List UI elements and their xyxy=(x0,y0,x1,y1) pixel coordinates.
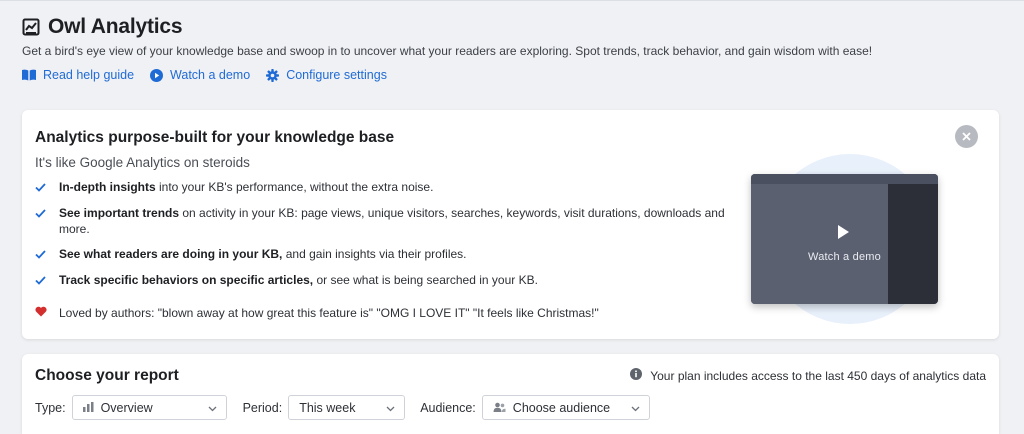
check-icon xyxy=(35,272,59,289)
testimonial-text: Loved by authors: "blown away at how gre… xyxy=(59,306,599,320)
type-select-value: Overview xyxy=(100,400,153,415)
read-help-guide-label: Read help guide xyxy=(43,68,135,82)
chevron-down-icon xyxy=(208,401,217,415)
period-select[interactable]: This week xyxy=(288,395,406,420)
promo-card: Analytics purpose-built for your knowled… xyxy=(22,110,999,339)
plan-note-text: Your plan includes access to the last 45… xyxy=(650,368,986,383)
period-select-value: This week xyxy=(299,400,356,415)
bar-chart-icon xyxy=(82,401,94,415)
close-button[interactable] xyxy=(955,125,978,148)
analytics-chart-icon xyxy=(22,18,40,36)
configure-settings-label: Configure settings xyxy=(286,68,387,82)
type-label: Type: xyxy=(35,400,66,415)
bullet-item: In-depth insights into your KB's perform… xyxy=(35,179,729,196)
configure-settings-link[interactable]: Configure settings xyxy=(266,68,387,82)
check-icon xyxy=(35,179,59,196)
audience-select-value: Choose audience xyxy=(512,400,611,415)
audience-select[interactable]: Choose audience xyxy=(481,395,650,420)
bullet-bold: See what readers are doing in your KB, xyxy=(59,247,283,261)
demo-video-area: Watch a demo xyxy=(747,154,947,324)
report-filters: Type: Overview Period: This week Audienc… xyxy=(35,395,650,420)
read-help-guide-link[interactable]: Read help guide xyxy=(22,68,134,82)
book-icon xyxy=(22,69,36,81)
check-icon xyxy=(35,246,59,263)
plan-note: Your plan includes access to the last 45… xyxy=(630,368,986,383)
chevron-down-icon xyxy=(631,401,640,415)
top-border xyxy=(0,0,1024,1)
promo-heading: Analytics purpose-built for your knowled… xyxy=(35,129,395,146)
page-subtitle: Get a bird's eye view of your knowledge … xyxy=(22,44,873,58)
page-header: Owl Analytics xyxy=(22,14,183,40)
bullet-bold: Track specific behaviors on specific art… xyxy=(59,273,314,287)
play-circle-icon xyxy=(150,68,164,82)
watch-demo-link[interactable]: Watch a demo xyxy=(150,68,250,82)
video-label: Watch a demo xyxy=(808,251,881,263)
audience-label: Audience: xyxy=(420,400,476,415)
bullet-text: or see what is being searched in your KB… xyxy=(313,273,538,287)
watch-demo-label: Watch a demo xyxy=(170,68,251,82)
gear-icon xyxy=(266,68,280,82)
chevron-down-icon xyxy=(386,401,395,415)
bullet-text: into your KB's performance, without the … xyxy=(155,180,434,194)
bullet-bold: In-depth insights xyxy=(59,180,156,194)
bullet-bold: See important trends xyxy=(59,206,180,220)
check-icon xyxy=(35,205,59,237)
users-icon xyxy=(493,401,506,415)
play-icon xyxy=(836,224,850,245)
promo-tagline: It's like Google Analytics on steroids xyxy=(35,155,250,170)
testimonial-line: Loved by authors: "blown away at how gre… xyxy=(35,306,599,320)
close-icon xyxy=(962,128,971,146)
page-title: Owl Analytics xyxy=(48,15,183,38)
demo-video-thumbnail[interactable]: Watch a demo xyxy=(751,174,938,304)
type-select[interactable]: Overview xyxy=(71,395,227,420)
bullet-text: and gain insights via their profiles. xyxy=(282,247,467,261)
report-heading: Choose your report xyxy=(35,367,179,384)
period-label: Period: xyxy=(242,400,283,415)
info-icon xyxy=(630,368,643,383)
heart-icon xyxy=(35,306,59,320)
report-card: Choose your report Your plan includes ac… xyxy=(22,354,999,434)
bullet-item: See what readers are doing in your KB, a… xyxy=(35,246,729,263)
bullet-item: Track specific behaviors on specific art… xyxy=(35,272,729,289)
header-links: Read help guide Watch a demo Configure s… xyxy=(22,68,387,82)
bullet-item: See important trends on activity in your… xyxy=(35,205,729,237)
